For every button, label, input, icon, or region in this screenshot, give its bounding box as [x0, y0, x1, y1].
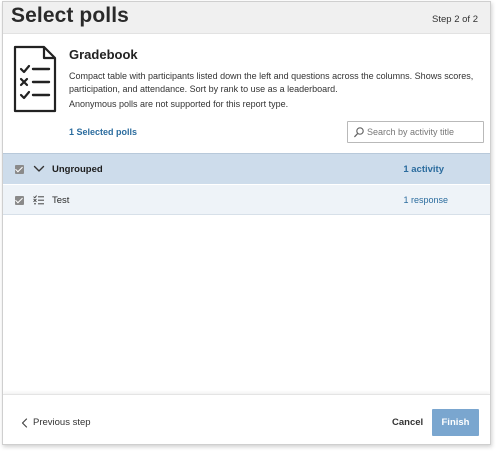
dialog-footer: Previous step Cancel Finish	[3, 394, 490, 444]
list-poll-icon	[33, 195, 44, 205]
dialog-header: Select polls Step 2 of 2	[3, 2, 490, 34]
chevron-down-icon[interactable]	[33, 164, 45, 174]
poll-response-count[interactable]: 1 response	[403, 195, 448, 205]
checklist-document-icon	[11, 44, 59, 114]
search-icon	[354, 127, 364, 138]
previous-step-label: Previous step	[33, 417, 91, 428]
select-polls-dialog: Select polls Step 2 of 2 Gradebook Compa…	[2, 1, 491, 445]
group-name: Ungrouped	[52, 164, 103, 175]
group-checkbox[interactable]	[15, 165, 24, 174]
report-name: Gradebook	[69, 47, 138, 62]
group-row-ungrouped[interactable]: Ungrouped 1 activity	[3, 153, 490, 184]
report-note: Anonymous polls are not supported for th…	[69, 99, 289, 109]
search-field[interactable]	[347, 121, 484, 143]
selected-polls-link[interactable]: 1 Selected polls	[69, 127, 137, 137]
step-indicator: Step 2 of 2	[432, 14, 478, 25]
chevron-left-icon	[21, 418, 28, 428]
cancel-button[interactable]: Cancel	[392, 417, 423, 428]
poll-title: Test	[52, 195, 70, 206]
poll-checkbox[interactable]	[15, 196, 24, 205]
page-title: Select polls	[11, 4, 129, 27]
finish-button[interactable]: Finish	[432, 409, 479, 436]
report-description: Compact table with participants listed d…	[69, 71, 474, 94]
previous-step-button[interactable]: Previous step	[21, 417, 91, 428]
group-activity-count[interactable]: 1 activity	[403, 164, 444, 175]
poll-row[interactable]: Test 1 response	[3, 185, 490, 215]
search-input[interactable]	[367, 124, 481, 140]
